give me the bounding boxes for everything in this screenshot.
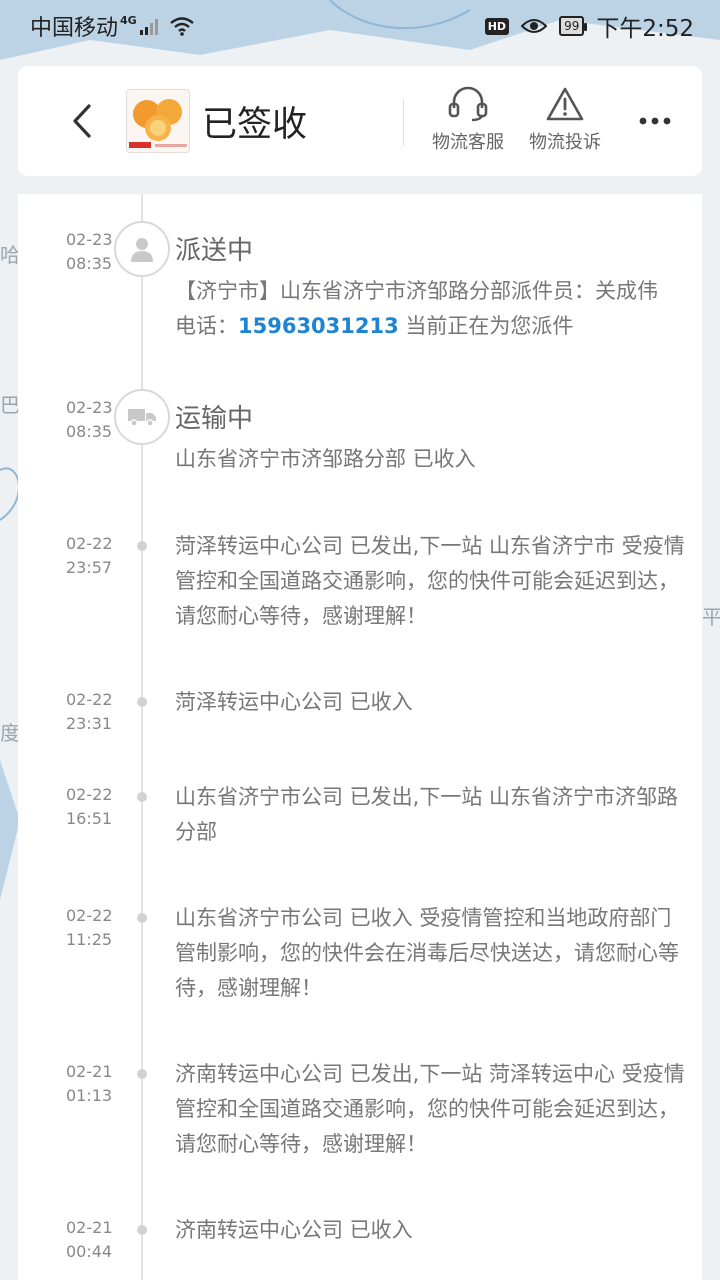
hd-badge: HD	[484, 17, 510, 35]
courier-phone-link[interactable]: 15963031213	[238, 314, 399, 338]
event-description: 山东省济宁市公司 已收入 受疫情管控和当地政府部门管制影响，您的快件会在消毒后尽…	[175, 906, 679, 1000]
event-timestamp: 02-23 08:35	[66, 396, 116, 444]
event-description: 济南转运中心公司 已收入	[175, 1218, 413, 1242]
event-description-suffix: 当前正在为您派件	[398, 314, 574, 338]
orange-fruit-image	[127, 90, 189, 152]
event-time: 23:57	[66, 558, 113, 577]
map-label: 哈	[0, 243, 20, 267]
event-timestamp: 02-22 23:57	[66, 532, 116, 580]
network-type: 4G	[120, 13, 137, 27]
timeline-dot	[137, 1069, 147, 1079]
event-date: 02-23	[66, 398, 113, 417]
map-label: 巴	[0, 393, 20, 417]
customer-service-label: 物流客服	[432, 132, 504, 153]
header-divider	[403, 98, 404, 146]
eye-icon	[521, 19, 548, 33]
clock: 下午2:52	[596, 16, 694, 42]
product-thumbnail[interactable]	[126, 89, 190, 153]
event-date: 02-22	[66, 534, 113, 553]
map-label: 度	[0, 721, 20, 745]
customer-service-button[interactable]: 物流客服	[432, 86, 504, 154]
event-time: 08:35	[66, 254, 113, 273]
battery-level: 99	[564, 19, 580, 33]
more-button[interactable]	[638, 104, 672, 138]
event-time: 16:51	[66, 809, 113, 828]
event-date: 02-21	[66, 1218, 113, 1237]
status-bar: 中国移动 4G HD 99 下午2:52	[0, 0, 720, 52]
timeline-node	[114, 221, 170, 277]
event-date: 02-22	[66, 785, 113, 804]
header-card: 已签收 物流客服 物流投诉	[18, 66, 702, 176]
event-description: 【济宁市】山东省济宁市济邹路分部派件员：关成伟 电话：15963031213 当…	[175, 274, 685, 344]
signal-icon	[139, 19, 158, 35]
event-time: 11:25	[66, 930, 113, 949]
event-date: 02-22	[66, 690, 113, 709]
event-time: 08:35	[66, 422, 113, 441]
event-date: 02-22	[66, 906, 113, 925]
timeline-dot	[137, 541, 147, 551]
chevron-left-icon	[73, 104, 91, 138]
map-label: 平	[702, 605, 720, 629]
event-time: 00:44	[66, 1242, 113, 1261]
wifi-icon	[169, 17, 194, 36]
battery-indicator: 99	[559, 16, 588, 36]
complaint-button[interactable]: 物流投诉	[529, 86, 601, 154]
event-date: 02-21	[66, 1062, 113, 1081]
status-bar-right: HD 99 下午2:52	[484, 9, 694, 43]
event-description: 山东省济宁市济邹路分部 已收入	[175, 447, 476, 471]
page-title: 已签收	[202, 104, 308, 145]
tracking-timeline[interactable]: 02-23 08:35 派送中 【济宁市】山东省济宁市济邹路分部派件员：关成伟 …	[18, 194, 702, 1280]
event-timestamp: 02-21 01:13	[66, 1060, 116, 1108]
event-timestamp: 02-23 08:35	[66, 228, 116, 276]
event-status: 派送中	[175, 236, 254, 266]
courier-person-icon	[131, 238, 153, 262]
timeline-dot	[137, 792, 147, 802]
event-description: 山东省济宁市公司 已发出,下一站 山东省济宁市济邹路分部	[175, 785, 679, 844]
timeline-dot	[137, 697, 147, 707]
status-bar-left: 中国移动 4G	[30, 10, 195, 42]
headset-icon	[448, 86, 488, 122]
timeline-dot	[137, 1225, 147, 1235]
event-timestamp: 02-21 00:44	[66, 1216, 116, 1264]
event-time: 23:31	[66, 714, 113, 733]
event-timestamp: 02-22 23:31	[66, 688, 116, 736]
more-dots-icon	[639, 117, 671, 125]
timeline-dot	[137, 913, 147, 923]
back-button[interactable]	[52, 91, 112, 151]
timeline-node	[114, 389, 170, 445]
complaint-label: 物流投诉	[529, 132, 601, 153]
event-description: 菏泽转运中心公司 已发出,下一站 山东省济宁市 受疫情管控和全国道路交通影响，您…	[175, 534, 685, 628]
event-timestamp: 02-22 11:25	[66, 904, 116, 952]
event-description: 济南转运中心公司 已发出,下一站 菏泽转运中心 受疫情管控和全国道路交通影响，您…	[175, 1062, 685, 1156]
truck-icon	[128, 409, 156, 427]
event-timestamp: 02-22 16:51	[66, 783, 116, 831]
warning-triangle-icon	[546, 87, 584, 121]
event-description: 菏泽转运中心公司 已收入	[175, 690, 413, 714]
carrier-name: 中国移动	[30, 16, 119, 41]
event-date: 02-23	[66, 230, 113, 249]
timeline-line	[141, 194, 143, 1280]
event-time: 01:13	[66, 1086, 113, 1105]
event-status: 运输中	[175, 404, 254, 434]
